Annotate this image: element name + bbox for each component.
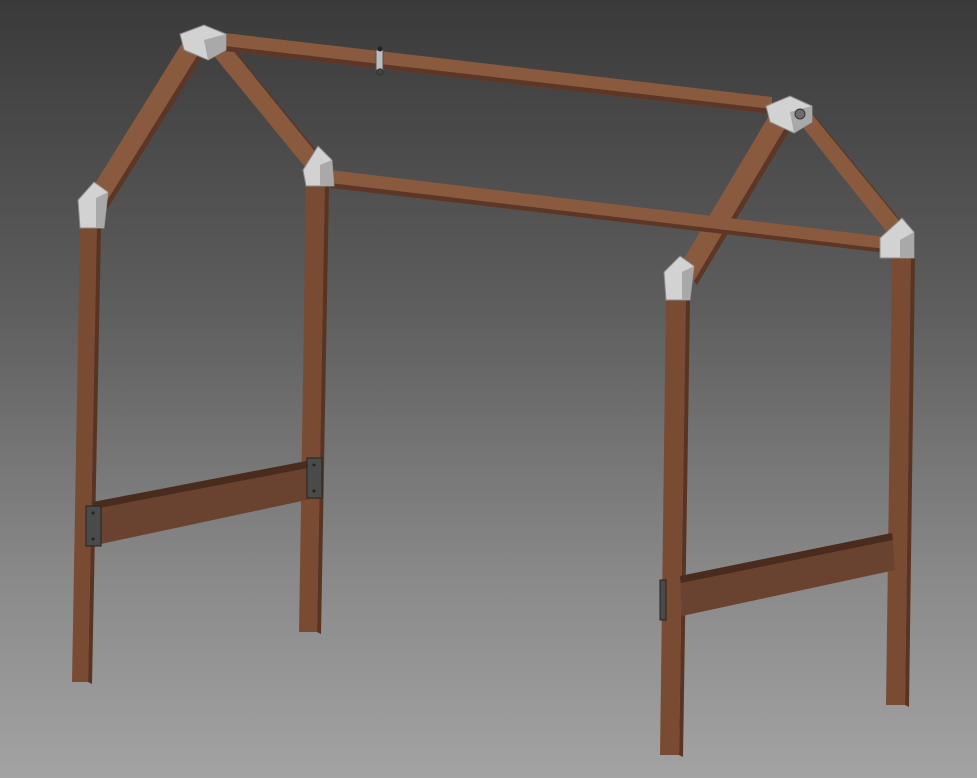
left-rafter-rear: [88, 40, 205, 208]
ridge-hanger-clip: [375, 46, 384, 76]
right-rear-post: [660, 298, 690, 757]
left-rear-corner-bracket: [77, 181, 109, 229]
right-crossboard-plate-rear: [659, 579, 667, 621]
right-rafter-rear: [676, 114, 791, 285]
left-rear-post: [72, 225, 101, 684]
ridge-beam: [216, 32, 772, 114]
right-rear-corner-bracket: [663, 255, 695, 301]
right-front-post: [886, 256, 915, 707]
eave-rail: [330, 170, 886, 253]
cad-viewport[interactable]: [0, 0, 977, 778]
left-front-post: [299, 184, 329, 634]
right-rafter-front: [797, 114, 910, 236]
left-crossboard: [93, 460, 316, 545]
house-frame-model: [72, 24, 915, 757]
right-crossboard: [680, 533, 895, 616]
